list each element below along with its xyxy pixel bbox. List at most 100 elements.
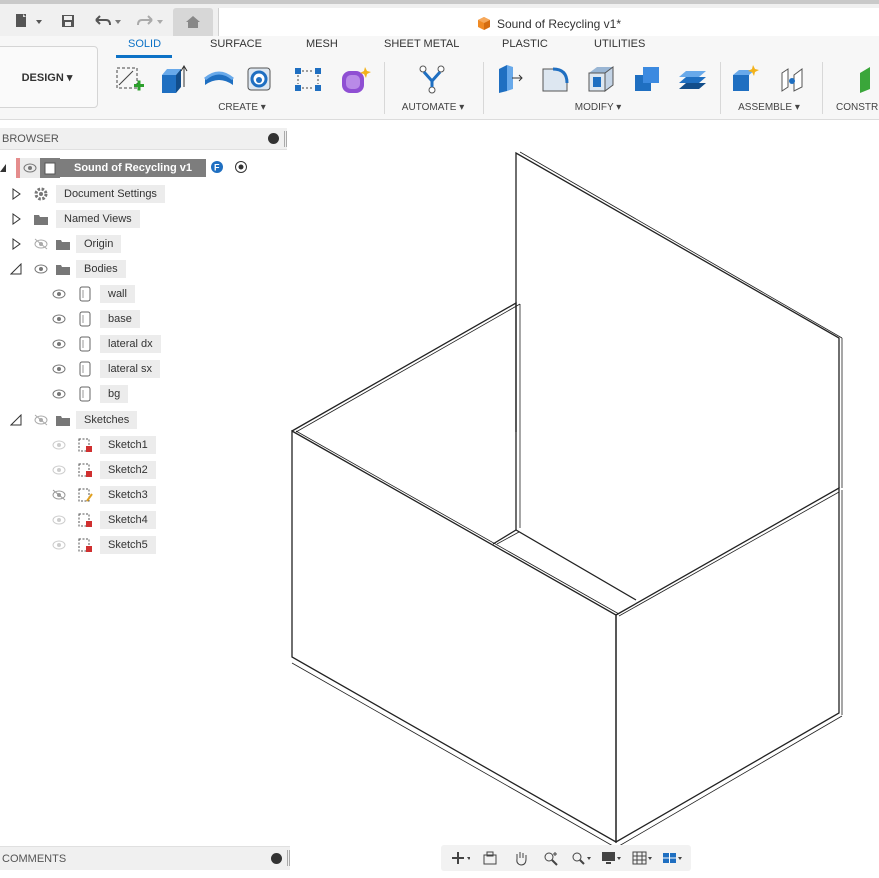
body-item-wall[interactable]: wall [50,283,135,305]
body-item-lateral-sx[interactable]: lateral sx [50,358,161,380]
create-menu[interactable]: CREATE ▾ [210,102,274,113]
assemble-menu[interactable]: ASSEMBLE ▾ [733,102,805,113]
eye-icon[interactable] [50,437,68,453]
eye-icon[interactable] [50,361,68,377]
tab-plastic[interactable]: PLASTIC [502,38,548,50]
sketch-label: Sketch1 [100,436,156,454]
construct-menu[interactable]: CONSTR [836,102,879,113]
automate-menu[interactable]: AUTOMATE ▾ [397,102,469,113]
shell-icon[interactable] [584,61,618,97]
eye-hidden-icon[interactable] [32,236,50,252]
orbit-icon[interactable] [450,849,471,867]
new-component-icon[interactable] [728,61,762,97]
eye-icon[interactable] [20,158,40,178]
undo-icon[interactable] [92,9,124,33]
add-comment-icon[interactable] [271,853,282,864]
viewports-icon[interactable] [662,849,682,867]
expand-triangle-icon[interactable] [10,187,22,201]
expand-triangle-icon[interactable] [0,161,6,175]
file-menu-icon[interactable] [12,9,46,33]
activate-radio-icon[interactable] [234,160,248,177]
collapse-panel-icon[interactable] [268,133,279,144]
tab-utilities[interactable]: UTILITIES [594,38,645,50]
create-sketch-icon[interactable] [112,61,146,97]
folder-icon [32,211,50,227]
tab-sheet-metal[interactable]: SHEET METAL [384,38,459,50]
zoom-icon[interactable] [541,849,561,867]
base-body [492,529,637,601]
modify-menu[interactable]: MODIFY ▾ [566,102,630,113]
eye-icon[interactable] [50,386,68,402]
browser-item-sketches[interactable]: Sketches [10,409,138,431]
eye-icon[interactable] [50,311,68,327]
combine-icon[interactable] [630,61,664,97]
display-settings-icon[interactable] [601,849,622,867]
revolve-icon[interactable] [202,61,236,97]
look-at-icon[interactable] [480,849,500,867]
body-icon [76,336,94,352]
eye-hidden-icon[interactable] [50,487,68,503]
eye-icon[interactable] [50,286,68,302]
pan-hand-icon[interactable] [511,849,531,867]
comments-title: COMMENTS [2,853,67,865]
workspace-switcher-button[interactable]: DESIGN ▾ [0,46,98,108]
sketch-locked-icon [76,462,94,478]
body-label: wall [100,285,135,303]
panel-resize-handle[interactable] [284,131,287,147]
eye-icon[interactable] [50,512,68,528]
create-form-icon[interactable] [338,61,372,97]
eye-icon[interactable] [50,462,68,478]
sketch-item-2[interactable]: Sketch2 [50,459,156,481]
hole-icon[interactable] [243,61,277,97]
fit-zoom-icon[interactable] [571,849,592,867]
home-icon[interactable] [173,8,213,36]
collapse-triangle-icon[interactable] [10,413,22,427]
sketch-item-1[interactable]: Sketch1 [50,434,156,456]
redo-icon[interactable] [134,9,166,33]
browser-item-origin[interactable]: Origin [10,233,122,255]
body-item-lateral-dx[interactable]: lateral dx [50,333,161,355]
tab-surface[interactable]: SURFACE [210,38,262,50]
sketch-item-5[interactable]: Sketch5 [50,534,156,556]
construct-plane-icon[interactable] [851,61,879,97]
comments-panel[interactable]: COMMENTS [0,846,290,870]
sketch-item-4[interactable]: Sketch4 [50,509,156,531]
fillet-icon[interactable] [538,61,572,97]
panel-resize-handle[interactable] [287,850,290,866]
sketch-icon [76,487,94,503]
pattern-icon[interactable] [291,61,325,97]
offset-face-icon[interactable] [675,61,709,97]
eye-hidden-icon[interactable] [32,412,50,428]
expand-triangle-icon[interactable] [10,212,22,226]
browser-item-named-views[interactable]: Named Views [10,208,140,230]
tab-mesh[interactable]: MESH [306,38,338,50]
browser-item-bodies[interactable]: Bodies [10,258,126,280]
browser-root-label[interactable]: Sound of Recycling v1 [60,159,206,177]
sketch-locked-icon [76,512,94,528]
browser-root-row[interactable]: Sound of Recycling v1 F [0,157,248,179]
save-icon[interactable] [57,9,79,33]
extrude-icon[interactable] [155,61,189,97]
body-icon [76,361,94,377]
joint-icon[interactable] [775,61,809,97]
browser-header[interactable]: BROWSER [0,128,287,150]
collapse-triangle-icon[interactable] [10,262,22,276]
press-pull-icon[interactable] [492,61,526,97]
folder-icon [54,412,72,428]
eye-icon[interactable] [32,261,50,277]
automate-icon[interactable] [415,61,449,97]
tab-solid[interactable]: SOLID [128,38,161,50]
expand-triangle-icon[interactable] [10,237,22,251]
grid-settings-icon[interactable] [632,849,652,867]
body-item-base[interactable]: base [50,308,140,330]
body-item-bg[interactable]: bg [50,383,129,405]
sketch-label: Sketch2 [100,461,156,479]
browser-item-document-settings[interactable]: Document Settings [10,183,165,205]
document-icon [40,158,60,178]
browser-item-label: Document Settings [56,185,165,203]
component-badge-icon[interactable]: F [210,160,224,177]
sketch-item-3[interactable]: Sketch3 [50,484,156,506]
browser-title: BROWSER [2,132,59,145]
eye-icon[interactable] [50,336,68,352]
eye-icon[interactable] [50,537,68,553]
